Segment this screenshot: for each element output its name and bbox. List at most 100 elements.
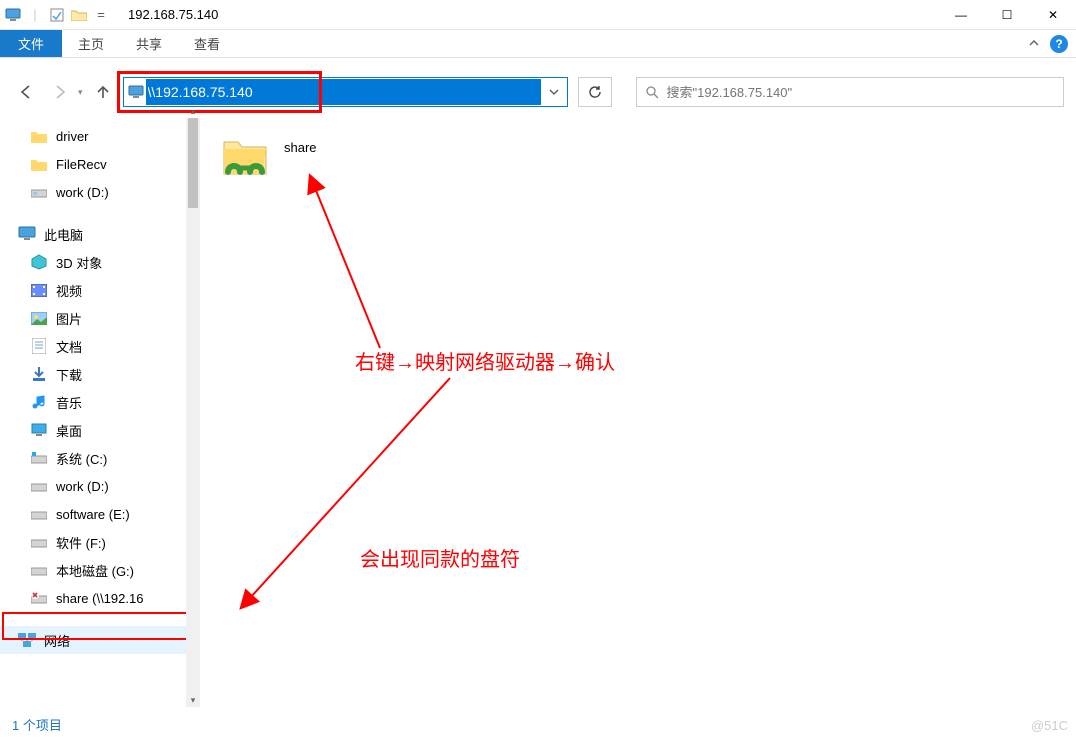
os-drive-icon — [30, 449, 48, 467]
title-bar: | = 192.168.75.140 — ☐ ✕ — [0, 0, 1076, 30]
address-dropdown-icon[interactable] — [541, 87, 567, 97]
tree-item[interactable]: 文档 — [0, 332, 186, 360]
ribbon-collapse-icon[interactable] — [1028, 38, 1040, 50]
tree-label: work (D:) — [56, 185, 109, 200]
search-box[interactable] — [636, 77, 1064, 107]
tree-label: driver — [56, 129, 89, 144]
tree-item-network[interactable]: 网络 — [0, 626, 186, 654]
tab-share[interactable]: 共享 — [120, 30, 178, 57]
tree-label: 文档 — [56, 337, 82, 356]
documents-icon — [30, 337, 48, 355]
folder-small-icon[interactable] — [70, 6, 88, 24]
refresh-button[interactable] — [578, 77, 612, 107]
network-drive-disconnected-icon — [30, 589, 48, 607]
tree-label: 软件 (F:) — [56, 533, 106, 552]
properties-icon[interactable] — [48, 6, 66, 24]
navigation-tree[interactable]: driver FileRecv work (D:) 此电脑 3D 对象 视频 图… — [0, 118, 186, 707]
computer-icon — [4, 6, 22, 24]
minimize-button[interactable]: — — [938, 0, 984, 30]
folder-item-share[interactable]: share — [220, 134, 317, 184]
quick-access-toolbar: | = — [0, 6, 110, 24]
watermark: @51C — [1031, 718, 1068, 733]
status-bar: 1 个项目 — [0, 709, 1076, 739]
video-icon — [30, 281, 48, 299]
file-tab[interactable]: 文件 — [0, 30, 62, 57]
tree-label: 系统 (C:) — [56, 449, 107, 468]
drive-icon — [30, 533, 48, 551]
desktop-icon — [30, 421, 48, 439]
downloads-icon — [30, 365, 48, 383]
shared-folder-icon — [220, 134, 270, 184]
tree-item-network-drive[interactable]: share (\\192.16 — [0, 584, 186, 612]
tree-item[interactable]: work (D:) — [0, 178, 186, 206]
tree-item[interactable]: 3D 对象 — [0, 248, 186, 276]
annotation-text-2: 会出现同款的盘符 — [360, 543, 520, 572]
tree-label: software (E:) — [56, 507, 130, 522]
drive-icon — [30, 505, 48, 523]
tree-label: FileRecv — [56, 157, 107, 172]
tree-item[interactable]: 软件 (F:) — [0, 528, 186, 556]
tree-item[interactable]: 视频 — [0, 276, 186, 304]
history-dropdown-icon[interactable]: ▾ — [78, 87, 83, 98]
status-text: 1 个项目 — [12, 715, 62, 734]
scroll-thumb[interactable] — [188, 118, 198, 208]
forward-button[interactable] — [46, 78, 74, 106]
qat-separator: | — [26, 6, 44, 24]
content-pane[interactable]: share 右键→映射网络驱动器→确认 会出现同款的盘符 — [200, 118, 1076, 707]
tree-label: 图片 — [56, 309, 82, 328]
folder-icon — [30, 155, 48, 173]
tree-label: work (D:) — [56, 479, 109, 494]
drive-icon — [30, 183, 48, 201]
tree-label: 音乐 — [56, 393, 82, 412]
pictures-icon — [30, 309, 48, 327]
tree-label: 桌面 — [56, 421, 82, 440]
tree-item[interactable]: driver — [0, 122, 186, 150]
tree-label: 下载 — [56, 365, 82, 384]
tree-label: 网络 — [44, 631, 70, 650]
tree-item[interactable]: work (D:) — [0, 472, 186, 500]
navigation-row: ▾ — [0, 70, 1076, 114]
window-title: 192.168.75.140 — [128, 7, 218, 22]
back-button[interactable] — [12, 78, 40, 106]
up-button[interactable] — [89, 78, 117, 106]
tree-item[interactable]: 桌面 — [0, 416, 186, 444]
tree-item[interactable]: 下载 — [0, 360, 186, 388]
tree-item-this-pc[interactable]: 此电脑 — [0, 220, 186, 248]
help-icon[interactable]: ? — [1050, 35, 1068, 53]
tree-item[interactable]: 音乐 — [0, 388, 186, 416]
item-label: share — [284, 140, 317, 155]
search-input[interactable] — [667, 85, 1063, 100]
scroll-up-icon[interactable]: ▴ — [186, 104, 200, 118]
music-icon — [30, 393, 48, 411]
tab-view[interactable]: 查看 — [178, 30, 236, 57]
tree-label: 本地磁盘 (G:) — [56, 561, 134, 580]
address-bar[interactable] — [123, 77, 568, 107]
tree-label: share (\\192.16 — [56, 591, 143, 606]
tab-home[interactable]: 主页 — [62, 30, 120, 57]
tree-item[interactable]: FileRecv — [0, 150, 186, 178]
tree-item[interactable]: 本地磁盘 (G:) — [0, 556, 186, 584]
tree-scrollbar[interactable]: ▴ ▾ — [186, 118, 200, 707]
tree-item[interactable]: 系统 (C:) — [0, 444, 186, 472]
annotation-arrow-2 — [240, 368, 460, 608]
drive-icon — [30, 561, 48, 579]
address-input[interactable] — [146, 79, 541, 105]
network-icon — [18, 631, 36, 649]
3d-objects-icon — [30, 253, 48, 271]
tree-item[interactable]: software (E:) — [0, 500, 186, 528]
tree-item[interactable]: 图片 — [0, 304, 186, 332]
qat-dropdown-icon[interactable]: = — [92, 6, 110, 24]
drive-icon — [30, 477, 48, 495]
maximize-button[interactable]: ☐ — [984, 0, 1030, 30]
folder-icon — [30, 127, 48, 145]
this-pc-icon — [18, 225, 36, 243]
tree-label: 此电脑 — [44, 225, 83, 244]
tree-label: 3D 对象 — [56, 253, 102, 272]
close-button[interactable]: ✕ — [1030, 0, 1076, 30]
annotation-text-1: 右键→映射网络驱动器→确认 — [355, 346, 615, 375]
tree-label: 视频 — [56, 281, 82, 300]
search-icon — [645, 85, 659, 99]
scroll-down-icon[interactable]: ▾ — [186, 693, 200, 707]
annotation-arrow-1 — [300, 178, 390, 358]
window-controls: — ☐ ✕ — [938, 0, 1076, 30]
